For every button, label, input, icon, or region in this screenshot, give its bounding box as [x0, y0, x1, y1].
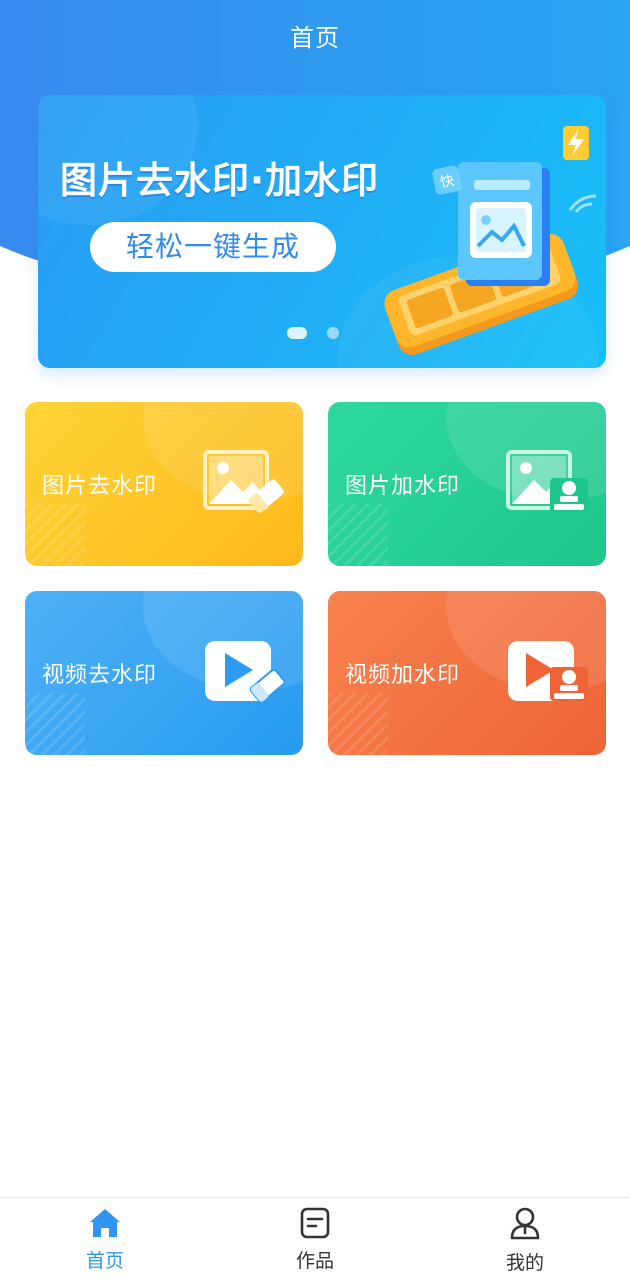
nav-label: 我的 — [505, 1252, 544, 1274]
carousel-dot-active[interactable] — [287, 327, 307, 339]
banner-headline: 图片去水印·加水印 — [60, 159, 380, 202]
feature-card-image-add-watermark[interactable]: 图片加水印 — [328, 402, 606, 566]
feature-card-image-remove-watermark[interactable]: 图片去水印 — [25, 402, 303, 566]
image-stamp-icon — [506, 450, 588, 512]
card-decoration — [328, 693, 388, 755]
image-eraser-icon — [203, 450, 284, 513]
feature-card-video-add-watermark[interactable]: 视频加水印 — [328, 591, 606, 755]
video-eraser-icon — [205, 641, 285, 703]
carousel-dot[interactable] — [327, 327, 339, 339]
bottom-navigation: 首页 作品 我的 — [0, 1197, 630, 1280]
card-decoration — [328, 504, 388, 566]
nav-item-mine[interactable]: 我的 — [465, 1198, 585, 1280]
video-stamp-icon — [508, 641, 588, 701]
card-decoration — [25, 693, 85, 755]
phone-illustration: 快 — [384, 126, 597, 356]
nav-label: 作品 — [295, 1250, 334, 1272]
document-icon — [300, 1207, 330, 1239]
nav-item-works[interactable]: 作品 — [255, 1198, 375, 1280]
feature-label: 图片加水印 — [345, 474, 461, 499]
user-icon — [510, 1207, 540, 1240]
feature-label: 视频加水印 — [345, 663, 461, 688]
feature-label: 视频去水印 — [42, 663, 158, 688]
card-decoration — [25, 504, 85, 566]
nav-label: 首页 — [85, 1250, 124, 1272]
promo-banner[interactable]: 图片去水印·加水印 轻松一键生成 快 — [38, 95, 606, 368]
home-screen: 首页 图片去水印·加水印 轻松一键生成 快 图片去水印 图片加水印 视频去水印 … — [0, 0, 630, 1280]
nav-item-home[interactable]: 首页 — [45, 1198, 165, 1280]
page-title: 首页 — [290, 24, 340, 52]
banner-pill-label: 轻松一键生成 — [90, 222, 336, 272]
feature-label: 图片去水印 — [42, 474, 158, 499]
feature-card-video-remove-watermark[interactable]: 视频去水印 — [25, 591, 303, 755]
home-icon — [90, 1209, 120, 1237]
